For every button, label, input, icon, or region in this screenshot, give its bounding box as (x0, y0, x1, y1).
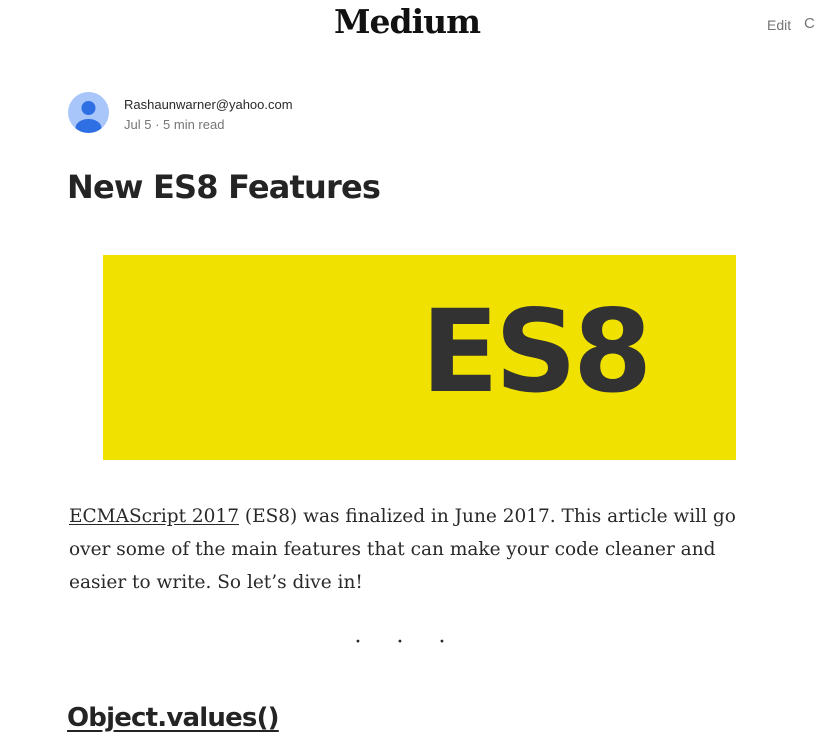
read-time: 5 min read (163, 117, 225, 132)
section-heading-object-values[interactable]: Object.values() (67, 703, 280, 733)
edit-link[interactable]: Edit (767, 17, 791, 33)
hero-image-text: ES8 (421, 285, 652, 418)
ecmascript-2017-link[interactable]: ECMAScript 2017 (69, 506, 239, 527)
post-meta: Jul 5 · 5 min read (124, 117, 224, 132)
post-date: Jul 5 (124, 117, 152, 132)
top-bar: Medium Edit C (0, 0, 814, 50)
truncated-menu-item[interactable]: C (804, 15, 814, 32)
author-name[interactable]: Rashaunwarner@yahoo.com (124, 97, 293, 112)
hero-image: ES8 (103, 255, 736, 460)
user-icon (75, 101, 102, 133)
meta-separator: · (151, 117, 164, 132)
intro-paragraph: ECMAScript 2017 (ES8) was finalized in J… (69, 500, 769, 599)
medium-logo[interactable]: Medium (0, 2, 814, 41)
section-separator: · · · (354, 630, 460, 655)
author-avatar[interactable] (68, 92, 109, 133)
article-title: New ES8 Features (67, 168, 381, 206)
